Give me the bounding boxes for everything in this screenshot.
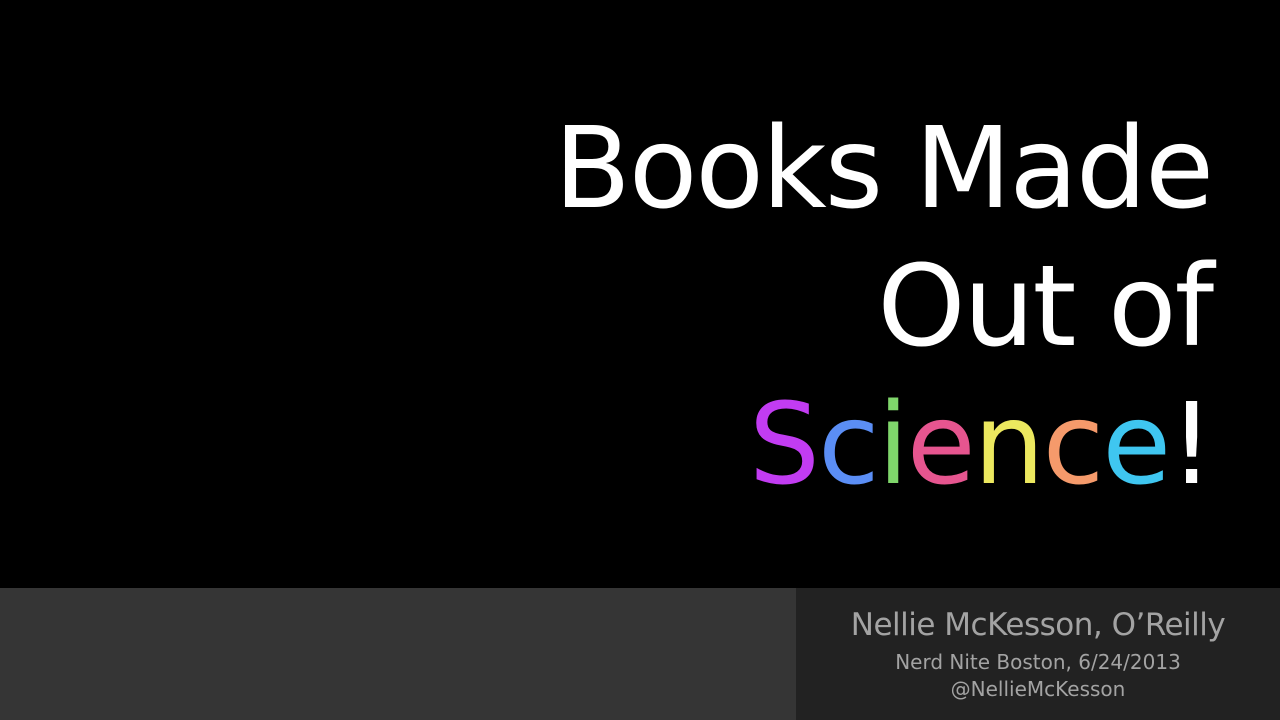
slide-title: Books Made Out of Science! bbox=[312, 100, 1214, 514]
event-line: Nerd Nite Boston, 6/24/2013 bbox=[895, 650, 1181, 674]
footer-left-band bbox=[0, 588, 796, 720]
slide: Books Made Out of Science! Nellie McKess… bbox=[0, 0, 1280, 720]
author-byline: Nellie McKesson, O’Reilly bbox=[850, 607, 1226, 643]
title-line-2: Out of bbox=[877, 242, 1214, 372]
twitter-handle: @NellieMcKesson bbox=[950, 677, 1126, 701]
rainbow-letter: e bbox=[1102, 380, 1171, 510]
title-line-3-rainbow: Science! bbox=[312, 376, 1214, 514]
rainbow-letter: ! bbox=[1169, 380, 1214, 510]
rainbow-letter: c bbox=[818, 380, 880, 510]
rainbow-letter: S bbox=[748, 380, 820, 510]
rainbow-letter: e bbox=[906, 380, 976, 510]
rainbow-letter: n bbox=[973, 380, 1045, 510]
footer-credits: Nellie McKesson, O’Reilly Nerd Nite Bost… bbox=[796, 588, 1280, 720]
rainbow-letter: i bbox=[877, 380, 909, 510]
rainbow-letter: c bbox=[1042, 380, 1105, 510]
title-line-1: Books Made bbox=[554, 104, 1214, 234]
